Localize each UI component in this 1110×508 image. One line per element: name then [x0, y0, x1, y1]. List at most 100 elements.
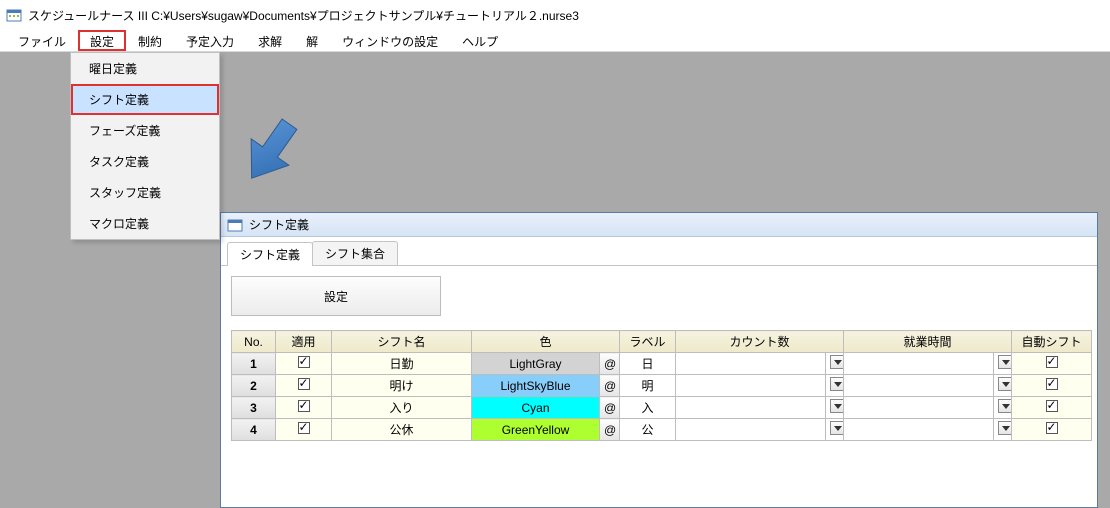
work-dropdown: [994, 397, 1012, 419]
apply-checkbox[interactable]: [298, 422, 310, 434]
menubar: ファイル設定制約予定入力求解解ウィンドウの設定ヘルプ: [0, 30, 1110, 52]
row-number[interactable]: 3: [232, 397, 276, 419]
chevron-down-icon[interactable]: [998, 399, 1012, 413]
dropdown-item-シフト定義[interactable]: シフト定義: [71, 84, 219, 115]
chevron-down-icon[interactable]: [830, 421, 844, 435]
tabstrip: シフト定義シフト集合: [221, 237, 1097, 265]
row-number[interactable]: 1: [232, 353, 276, 375]
work-cell[interactable]: [844, 397, 994, 419]
count-dropdown: [826, 419, 844, 441]
shift-name-cell[interactable]: 明け: [332, 375, 472, 397]
auto-cell: [1012, 397, 1092, 419]
app-icon: [6, 7, 22, 23]
count-dropdown: [826, 375, 844, 397]
apply-cell: [276, 353, 332, 375]
color-picker-button[interactable]: @: [600, 353, 620, 375]
calendar-icon: [227, 217, 243, 233]
apply-cell: [276, 397, 332, 419]
grid-header-row: No. 適用 シフト名 色 ラベル カウント数 就業時間 自動シフト: [232, 331, 1092, 353]
child-window-titlebar[interactable]: シフト定義: [221, 213, 1097, 237]
menu-ヘルプ[interactable]: ヘルプ: [450, 30, 510, 51]
menu-予定入力[interactable]: 予定入力: [174, 30, 246, 51]
label-cell[interactable]: 公: [620, 419, 676, 441]
chevron-down-icon[interactable]: [998, 377, 1012, 391]
shift-name-cell[interactable]: 公休: [332, 419, 472, 441]
work-dropdown: [994, 353, 1012, 375]
col-work[interactable]: 就業時間: [844, 331, 1012, 353]
shift-name-cell[interactable]: 日勤: [332, 353, 472, 375]
auto-cell: [1012, 353, 1092, 375]
menu-ウィンドウの設定[interactable]: ウィンドウの設定: [330, 30, 450, 51]
col-auto[interactable]: 自動シフト: [1012, 331, 1092, 353]
dropdown-item-曜日定義[interactable]: 曜日定義: [71, 53, 219, 84]
window-title: スケジュールナース III C:¥Users¥sugaw¥Documents¥プ…: [28, 7, 579, 24]
chevron-down-icon[interactable]: [998, 421, 1012, 435]
apply-cell: [276, 375, 332, 397]
chevron-down-icon[interactable]: [998, 355, 1012, 369]
dropdown-item-フェーズ定義[interactable]: フェーズ定義: [71, 115, 219, 146]
count-dropdown: [826, 397, 844, 419]
count-cell[interactable]: [676, 353, 826, 375]
work-cell[interactable]: [844, 353, 994, 375]
apply-checkbox[interactable]: [298, 356, 310, 368]
color-cell[interactable]: LightSkyBlue: [472, 375, 600, 397]
apply-checkbox[interactable]: [298, 400, 310, 412]
apply-cell: [276, 419, 332, 441]
tab-シフト定義[interactable]: シフト定義: [227, 242, 313, 266]
auto-checkbox[interactable]: [1046, 400, 1058, 412]
color-picker-button[interactable]: @: [600, 419, 620, 441]
work-cell[interactable]: [844, 419, 994, 441]
chevron-down-icon[interactable]: [830, 399, 844, 413]
shift-name-cell[interactable]: 入り: [332, 397, 472, 419]
tab-シフト集合[interactable]: シフト集合: [312, 241, 398, 265]
col-apply[interactable]: 適用: [276, 331, 332, 353]
table-row: 3 入りCyan@入: [232, 397, 1092, 419]
col-no[interactable]: No.: [232, 331, 276, 353]
work-cell[interactable]: [844, 375, 994, 397]
child-window-title: シフト定義: [249, 216, 309, 233]
count-cell[interactable]: [676, 419, 826, 441]
label-cell[interactable]: 明: [620, 375, 676, 397]
label-cell[interactable]: 入: [620, 397, 676, 419]
dropdown-item-スタッフ定義[interactable]: スタッフ定義: [71, 177, 219, 208]
dropdown-item-マクロ定義[interactable]: マクロ定義: [71, 208, 219, 239]
menu-制約[interactable]: 制約: [126, 30, 174, 51]
label-cell[interactable]: 日: [620, 353, 676, 375]
menu-解[interactable]: 解: [294, 30, 330, 51]
count-cell[interactable]: [676, 375, 826, 397]
count-cell[interactable]: [676, 397, 826, 419]
table-row: 2 明けLightSkyBlue@明: [232, 375, 1092, 397]
col-count[interactable]: カウント数: [676, 331, 844, 353]
col-label[interactable]: ラベル: [620, 331, 676, 353]
menu-設定[interactable]: 設定: [78, 30, 126, 51]
auto-checkbox[interactable]: [1046, 378, 1058, 390]
arrow-annotation: [235, 112, 305, 195]
row-number[interactable]: 2: [232, 375, 276, 397]
shift-grid: No. 適用 シフト名 色 ラベル カウント数 就業時間 自動シフト 1 日勤Li…: [231, 330, 1092, 441]
chevron-down-icon[interactable]: [830, 377, 844, 391]
color-picker-button[interactable]: @: [600, 375, 620, 397]
row-number[interactable]: 4: [232, 419, 276, 441]
auto-checkbox[interactable]: [1046, 356, 1058, 368]
dropdown-item-タスク定義[interactable]: タスク定義: [71, 146, 219, 177]
color-cell[interactable]: Cyan: [472, 397, 600, 419]
auto-checkbox[interactable]: [1046, 422, 1058, 434]
menu-求解[interactable]: 求解: [246, 30, 294, 51]
settings-button-label: 設定: [324, 288, 348, 305]
count-dropdown: [826, 353, 844, 375]
table-row: 4 公休GreenYellow@公: [232, 419, 1092, 441]
col-name[interactable]: シフト名: [332, 331, 472, 353]
color-picker-button[interactable]: @: [600, 397, 620, 419]
auto-cell: [1012, 419, 1092, 441]
auto-cell: [1012, 375, 1092, 397]
settings-button[interactable]: 設定: [231, 276, 441, 316]
work-dropdown: [994, 375, 1012, 397]
color-cell[interactable]: GreenYellow: [472, 419, 600, 441]
col-color[interactable]: 色: [472, 331, 620, 353]
chevron-down-icon[interactable]: [830, 355, 844, 369]
menu-ファイル[interactable]: ファイル: [6, 30, 78, 51]
apply-checkbox[interactable]: [298, 378, 310, 390]
color-cell[interactable]: LightGray: [472, 353, 600, 375]
mdi-workspace: 曜日定義シフト定義フェーズ定義タスク定義スタッフ定義マクロ定義: [0, 52, 1110, 508]
child-content: 設定 No. 適用 シフト名 色 ラベル: [221, 265, 1097, 507]
